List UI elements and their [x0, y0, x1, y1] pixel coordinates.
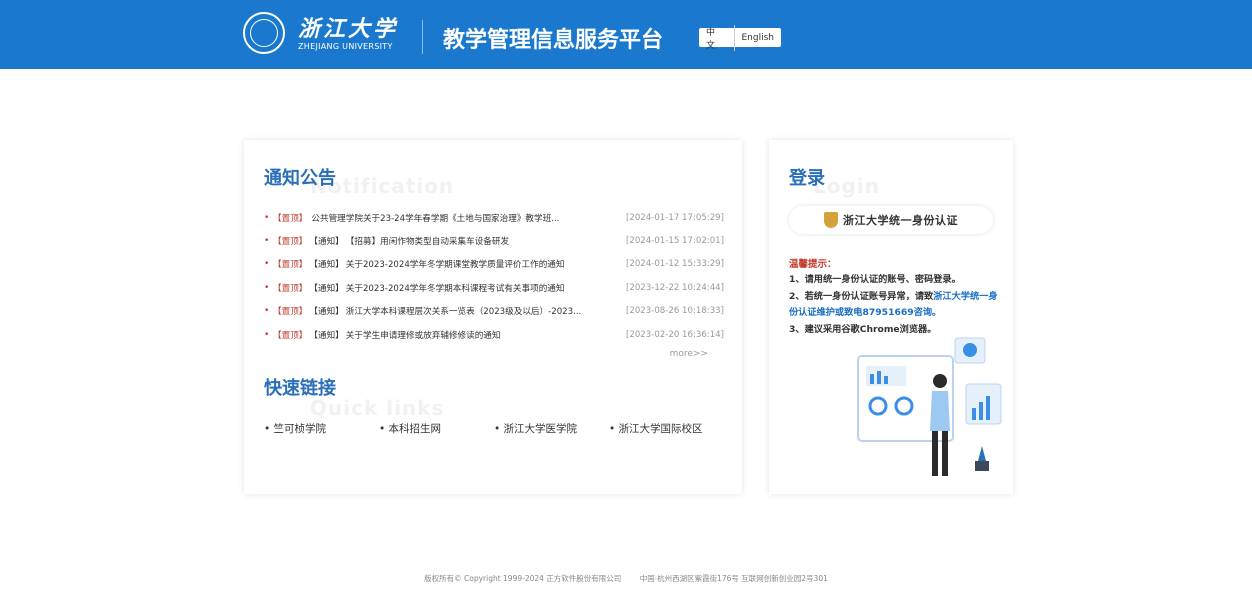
notice-link[interactable]: 公共管理学院关于23-24学年春学期《土地与国家治理》教学班... [311, 212, 613, 224]
bullet: • [264, 212, 270, 223]
notice-date: [2024-01-12 15:33:29] [626, 259, 724, 270]
notice-list: • 【置顶】 公共管理学院关于23-24学年春学期《土地与国家治理》教学班...… [264, 206, 724, 346]
tip-1: 1、请用统一身份认证的账号、密码登录。 [789, 274, 961, 285]
quick-link-admissions[interactable]: • 本科招生网 [379, 421, 494, 436]
quick-link-medical-school[interactable]: • 浙江大学医学院 [494, 421, 609, 436]
dashboard-illustration [857, 337, 1002, 476]
shield-icon [824, 212, 838, 228]
bullet: • [264, 306, 270, 317]
pinned-tag: 【置顶】 [273, 307, 308, 318]
footer-copyright: 版权所有© Copyright 1999-2024 正方软件股份有限公司 [424, 574, 622, 583]
tip-2: 2、若统一身份认证账号异常，请致浙江大学统一身份认证维护或致电87951669咨… [789, 289, 1001, 322]
notice-date: [2023-08-26 10:18:33] [626, 306, 724, 317]
bullet: • [264, 282, 270, 293]
notice-date: [2024-01-15 17:02:01] [626, 236, 724, 247]
lang-english-button[interactable]: English [735, 33, 782, 43]
pinned-tag: 【置顶】 [273, 283, 308, 294]
quick-links-list: • 竺可桢学院 • 本科招生网 • 浙江大学医学院 • 浙江大学国际校区 [264, 421, 724, 436]
bullet: • [264, 329, 270, 340]
unified-auth-button[interactable]: 浙江大学统一身份认证 [789, 206, 993, 234]
notice-link[interactable]: 关于2023-2024学年冬学期课堂教学质量评价工作的通知 [346, 258, 608, 270]
tip-2-text: 2、若统一身份认证账号异常，请致 [789, 290, 934, 302]
pinned-tag: 【置顶】 [273, 237, 308, 248]
footer: 版权所有© Copyright 1999-2024 正方软件股份有限公司 中国·… [0, 573, 1252, 584]
quick-links-title: 快速链接 [264, 378, 336, 399]
notice-title: 通知公告 [264, 168, 336, 189]
header-bar: 浙江大学 ZHEJIANG UNIVERSITY 教学管理信息服务平台 中 文 … [0, 0, 1252, 69]
pinned-tag: 【置顶】 [273, 213, 308, 224]
quick-link-international-campus[interactable]: • 浙江大学国际校区 [609, 421, 724, 436]
tips-title: 温馨提示： [789, 259, 837, 270]
logo-chinese: 浙江大学 [298, 16, 399, 42]
type-tag: 【通知】 [309, 330, 344, 341]
language-switch: 中 文 English [699, 24, 782, 51]
notice-panel: Notification 通知公告 • 【置顶】 公共管理学院关于23-24学年… [244, 140, 742, 494]
bullet: • [264, 236, 270, 247]
pinned-tag: 【置顶】 [273, 260, 308, 271]
tips-list: 1、请用统一身份认证的账号、密码登录。 2、若统一身份认证账号异常，请致浙江大学… [789, 272, 1001, 338]
platform-title: 教学管理信息服务平台 [443, 28, 664, 53]
notice-item[interactable]: • 【置顶】 【通知】 关于学生申请理修或放弃辅修修读的通知 [2023-02-… [264, 323, 724, 346]
notice-link[interactable]: 关于学生申请理修或放弃辅修修读的通知 [346, 329, 608, 341]
notice-date: [2024-01-17 17:05:29] [626, 212, 724, 223]
pinned-tag: 【置顶】 [273, 330, 308, 341]
notice-link[interactable]: 【招募】用闲作物类型自动采集车设备研发 [346, 235, 608, 247]
university-emblem-icon [243, 12, 285, 54]
unified-auth-label: 浙江大学统一身份认证 [843, 214, 958, 227]
type-tag: 【通知】 [309, 237, 344, 248]
more-link[interactable]: more>> [670, 349, 708, 359]
notice-date: [2023-12-22 10:24:44] [626, 282, 724, 293]
notice-item[interactable]: • 【置顶】 【通知】 关于2023-2024学年冬学期课堂教学质量评价工作的通… [264, 253, 724, 276]
type-tag: 【通知】 [309, 307, 344, 318]
notice-item[interactable]: • 【置顶】 【通知】 【招募】用闲作物类型自动采集车设备研发 [2024-01… [264, 229, 724, 252]
notice-link[interactable]: 关于2023-2024学年冬学期本科课程考试有关事项的通知 [346, 282, 608, 294]
login-title: 登录 [789, 168, 825, 189]
notice-link[interactable]: 浙江大学本科课程层次关系一览表（2023级及以后）-2023... [346, 305, 608, 317]
logo-english: ZHEJIANG UNIVERSITY [298, 42, 393, 51]
notice-item[interactable]: • 【置顶】 【通知】 关于2023-2024学年冬学期本科课程考试有关事项的通… [264, 276, 724, 299]
header-divider [422, 20, 423, 54]
type-tag: 【通知】 [309, 283, 344, 294]
lang-chinese-button[interactable]: 中 文 [699, 24, 735, 51]
notice-item[interactable]: • 【置顶】 公共管理学院关于23-24学年春学期《土地与国家治理》教学班...… [264, 206, 724, 229]
bullet: • [264, 259, 270, 270]
quick-link-chu-kochen[interactable]: • 竺可桢学院 [264, 421, 379, 436]
notice-item[interactable]: • 【置顶】 【通知】 浙江大学本科课程层次关系一览表（2023级及以后）-20… [264, 300, 724, 323]
type-tag: 【通知】 [309, 260, 344, 271]
notice-date: [2023-02-20 16:36:14] [626, 329, 724, 340]
footer-address: 中国·杭州西湖区紫霞街176号 互联网创新创业园2号301 [639, 574, 828, 583]
